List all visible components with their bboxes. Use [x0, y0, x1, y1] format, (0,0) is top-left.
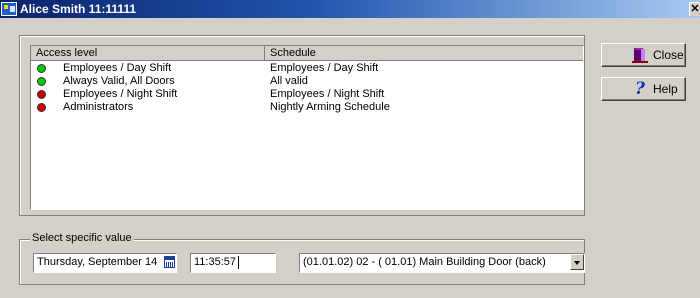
column-header-access-level[interactable]: Access level: [31, 46, 265, 61]
status-red-icon: [37, 90, 46, 99]
column-header-schedule[interactable]: Schedule: [265, 46, 583, 61]
text-caret: [238, 256, 239, 269]
status-green-icon: [37, 64, 46, 73]
status-red-icon: [37, 103, 46, 112]
title-bar: Alice Smith 11:11111 ✕: [0, 0, 700, 18]
list-header: Access level Schedule: [31, 46, 583, 61]
schedule-name: Employees / Day Shift: [270, 62, 379, 74]
close-button-label: Close: [653, 48, 684, 62]
access-level-name: Administrators: [63, 101, 134, 113]
app-icon: [1, 2, 17, 16]
access-level-name: Always Valid, All Doors: [63, 75, 175, 87]
time-value: 11:35:57: [194, 256, 237, 268]
window-title: Alice Smith 11:11111: [20, 2, 137, 16]
door-exit-icon: [632, 48, 648, 63]
list-item[interactable]: Administrators Nightly Arming Schedule: [31, 101, 583, 114]
access-level-name: Employees / Day Shift: [63, 62, 172, 74]
schedule-name: All valid: [270, 75, 308, 87]
close-button[interactable]: Close: [601, 43, 686, 67]
help-button-label: Help: [653, 82, 678, 96]
window-close-button[interactable]: ✕: [689, 2, 700, 16]
schedule-name: Employees / Night Shift: [270, 88, 385, 100]
access-level-list[interactable]: Access level Schedule Employees / Day Sh…: [30, 45, 584, 210]
chevron-down-icon[interactable]: [570, 254, 584, 270]
help-button[interactable]: ? Help: [601, 77, 686, 101]
access-level-name: Employees / Night Shift: [63, 88, 178, 100]
specific-value-legend: Select specific value: [30, 232, 134, 244]
list-item[interactable]: Employees / Night Shift Employees / Nigh…: [31, 88, 583, 101]
door-value: (01.01.02) 02 - ( 01.01) Main Building D…: [303, 256, 546, 268]
list-item[interactable]: Always Valid, All Doors All valid: [31, 75, 583, 88]
date-value: Thursday, September 14: [37, 256, 158, 268]
schedule-name: Nightly Arming Schedule: [270, 101, 390, 113]
calendar-icon[interactable]: [164, 256, 175, 268]
help-icon: ?: [635, 79, 645, 99]
list-item[interactable]: Employees / Day Shift Employees / Day Sh…: [31, 62, 583, 75]
status-green-icon: [37, 77, 46, 86]
door-dropdown[interactable]: (01.01.02) 02 - ( 01.01) Main Building D…: [299, 253, 585, 273]
date-picker[interactable]: Thursday, September 14: [33, 253, 177, 273]
time-field[interactable]: 11:35:57: [190, 253, 276, 273]
